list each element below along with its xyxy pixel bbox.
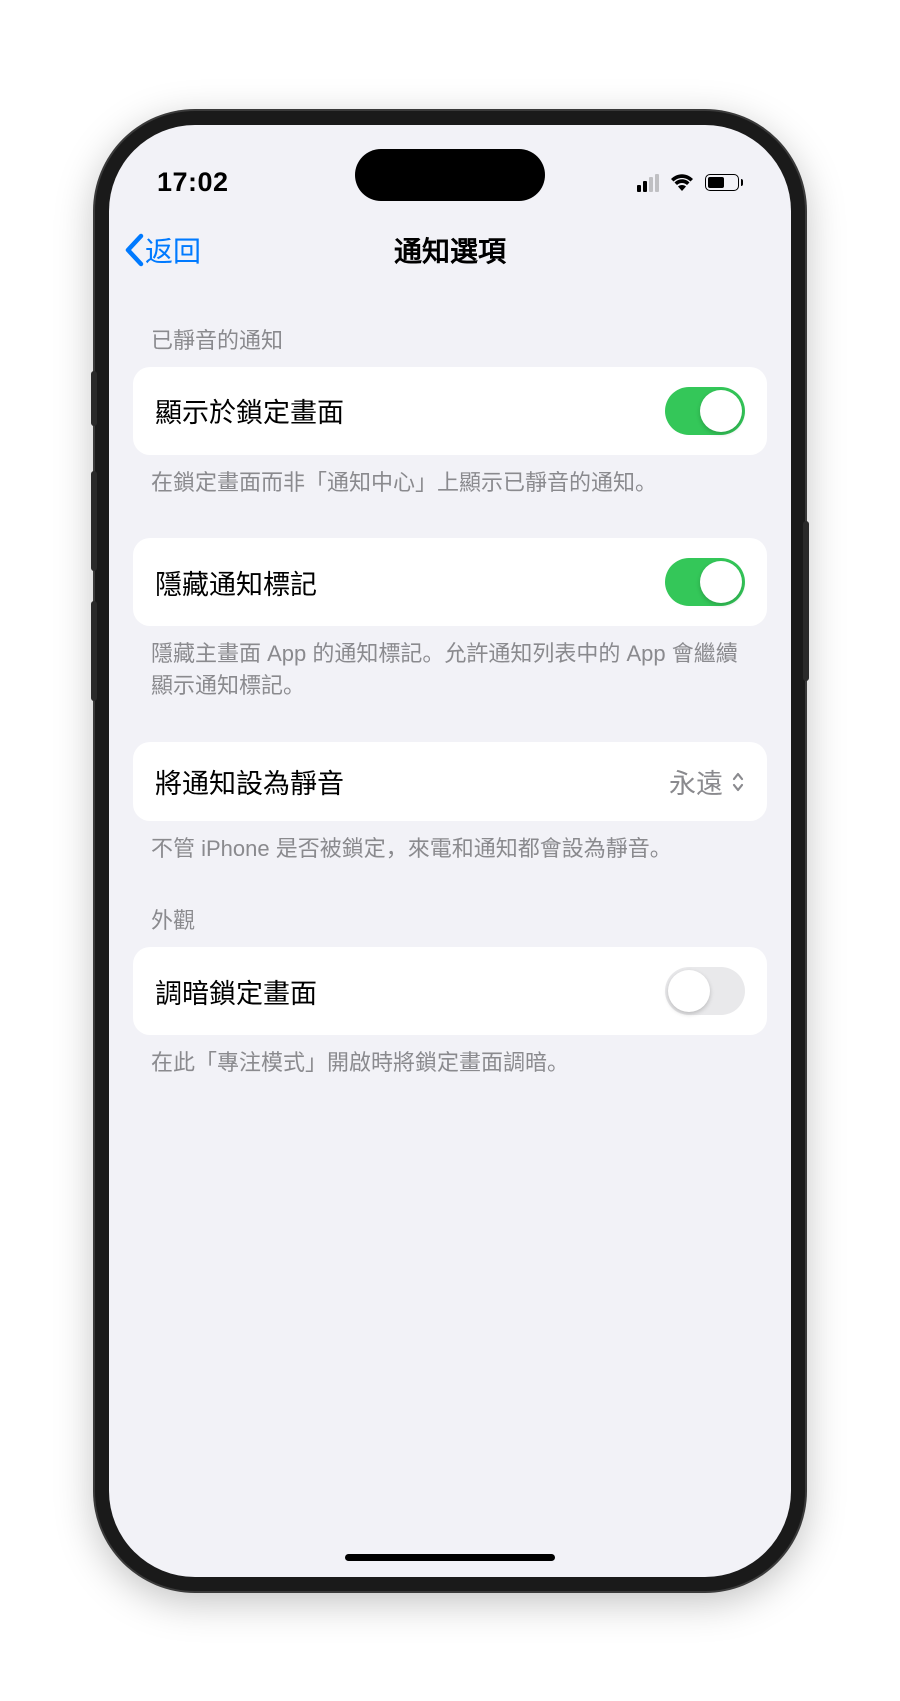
side-button-vol-down (91, 601, 97, 701)
status-time: 17:02 (157, 167, 229, 198)
phone-frame: 17:02 返回 通知選項 (95, 111, 805, 1591)
page-title: 通知選項 (394, 230, 506, 270)
back-label: 返回 (145, 230, 201, 270)
section-header-muted: 已靜音的通知 (133, 285, 767, 367)
screen: 17:02 返回 通知選項 (109, 125, 791, 1577)
row-dim-lock-screen: 調暗鎖定畫面 (133, 947, 767, 1035)
status-icons (637, 173, 744, 192)
battery-icon (705, 174, 744, 191)
toggle-knob (700, 390, 742, 432)
section-footer-dim: 在此「專注模式」開啟時將鎖定畫面調暗。 (133, 1035, 767, 1079)
content: 已靜音的通知 顯示於鎖定畫面 在鎖定畫面而非「通知中心」上顯示已靜音的通知。 隱… (109, 285, 791, 1079)
side-button-vol-up (91, 471, 97, 571)
section-footer-hide-badge: 隱藏主畫面 App 的通知標記。允許通知列表中的 App 會繼續顯示通知標記。 (133, 626, 767, 702)
toggle-show-on-lock-screen[interactable] (665, 387, 745, 435)
row-mute-notifications[interactable]: 將通知設為靜音 永遠 (133, 742, 767, 821)
toggle-knob (700, 561, 742, 603)
wifi-icon (669, 173, 695, 192)
row-label: 調暗鎖定畫面 (155, 972, 317, 1011)
section-footer-mute: 不管 iPhone 是否被鎖定，來電和通知都會設為靜音。 (133, 821, 767, 865)
section-footer-show-lock: 在鎖定畫面而非「通知中心」上顯示已靜音的通知。 (133, 455, 767, 499)
row-label: 顯示於鎖定畫面 (155, 391, 344, 430)
toggle-dim-lock-screen[interactable] (665, 967, 745, 1015)
nav-bar: 返回 通知選項 (109, 215, 791, 285)
row-hide-badges: 隱藏通知標記 (133, 538, 767, 626)
toggle-hide-badges[interactable] (665, 558, 745, 606)
picker-value: 永遠 (669, 762, 723, 801)
dynamic-island (355, 149, 545, 201)
row-label: 將通知設為靜音 (155, 762, 344, 801)
back-button[interactable]: 返回 (123, 230, 201, 270)
section-header-appearance: 外觀 (133, 865, 767, 947)
side-button-power (803, 521, 809, 681)
chevron-left-icon (123, 233, 145, 267)
cellular-icon (637, 174, 659, 192)
row-label: 隱藏通知標記 (155, 563, 317, 602)
home-indicator[interactable] (345, 1554, 555, 1561)
side-button-mute (91, 371, 97, 426)
row-show-on-lock-screen: 顯示於鎖定畫面 (133, 367, 767, 455)
toggle-knob (668, 970, 710, 1012)
up-down-arrows-icon (731, 771, 745, 793)
value-picker: 永遠 (669, 762, 745, 801)
